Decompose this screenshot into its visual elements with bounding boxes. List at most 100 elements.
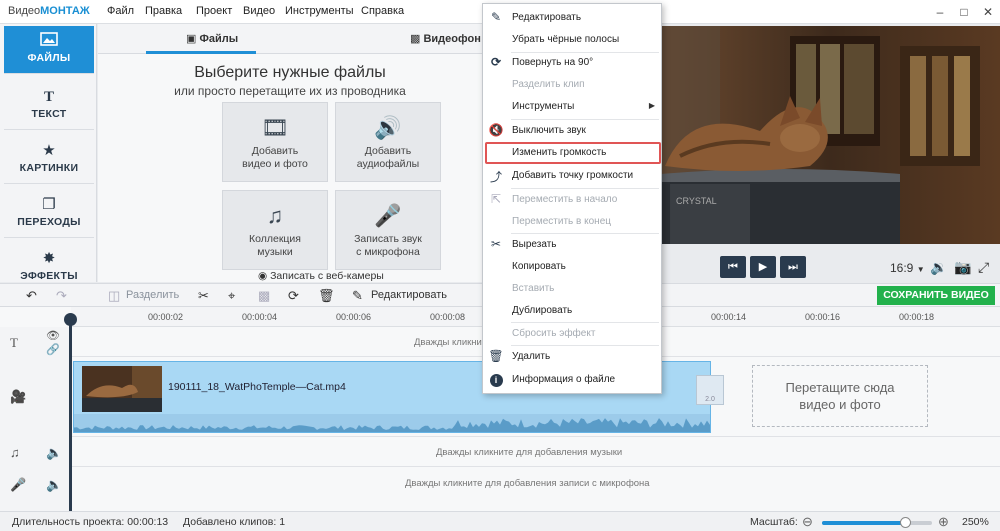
image-icon — [4, 32, 94, 50]
next-frame-button[interactable]: ⏭ — [780, 256, 806, 278]
music-collection-button[interactable]: ♫ Коллекция музыки — [222, 190, 328, 270]
ruler-label: 00:00:02 — [148, 312, 184, 322]
ruler-label: 00:00:14 — [711, 312, 747, 322]
rotate-icon[interactable]: ⟳ — [288, 287, 299, 305]
zoom-slider-handle[interactable] — [899, 517, 911, 528]
pencil-icon: ✎ — [490, 10, 502, 24]
context-menu: ✎ Редактировать Убрать чёрные полосы ⟳ Пов… — [482, 3, 662, 394]
menu-item-duplicate[interactable]: Дублировать — [483, 300, 661, 322]
star-icon: ★ — [42, 142, 56, 159]
film-frame-icon[interactable]: ▩ — [258, 287, 270, 305]
sidebar-item-transitions[interactable]: ❐ ПЕРЕХОДЫ — [4, 190, 94, 238]
menu-item-reset-effect: Сбросить эффект — [512, 328, 596, 339]
menu-item-tools[interactable]: Инструменты ▶ — [483, 96, 661, 118]
clip-filename: 190111_18_WatPhoTemple—Cat.mp4 — [168, 381, 346, 393]
sidebar-item-text[interactable]: T ТЕКСТ — [4, 82, 94, 130]
scissors-icon[interactable]: ✂ — [198, 287, 209, 305]
tab-files[interactable]: ▣ Файлы — [186, 32, 238, 45]
menu-item-copy[interactable]: Копировать — [483, 256, 661, 278]
volume-icon[interactable]: 🔈 — [46, 445, 62, 461]
menu-video[interactable]: Видео — [243, 5, 275, 17]
maximize-icon[interactable]: □ — [954, 2, 974, 22]
text-icon: T — [43, 89, 54, 105]
svg-text:CRYSTAL: CRYSTAL — [676, 196, 717, 206]
split-button[interactable]: Разделить — [126, 289, 179, 301]
microphone-track[interactable]: Дважды кликните для добавления записи с … — [71, 467, 1000, 511]
fullscreen-icon[interactable]: ⤢ — [978, 259, 989, 276]
menu-edit[interactable]: Правка — [145, 5, 182, 17]
panel-subheading: или просто перетащите их из проводника — [174, 84, 406, 98]
menu-item-mute[interactable]: 🔇 Выключить звук — [483, 120, 661, 142]
highlight-frame — [485, 142, 661, 164]
sidebar-item-files[interactable]: ФАЙЛЫ — [4, 26, 94, 74]
rotate-icon: ⟳ — [490, 55, 502, 69]
track-headers: T 👁 🔗 🎥 ♫ 🔈 🎤 🔈 — [0, 327, 71, 511]
menu-item-file-info[interactable]: i Информация о файле — [483, 369, 661, 391]
playhead-handle[interactable] — [64, 313, 77, 326]
menu-item-delete[interactable]: 🗑 Удалить — [483, 346, 661, 368]
snapshot-icon[interactable]: 📷 — [954, 259, 971, 276]
visibility-eye-icon[interactable]: 👁 — [46, 329, 60, 342]
tab-video-background[interactable]: ▩ Видеофон — [410, 32, 481, 45]
crop-icon[interactable]: ⌖ — [228, 287, 235, 305]
menu-tools[interactable]: Инструменты — [285, 5, 354, 17]
status-bar: Длительность проекта: 00:00:13 Добавлено… — [0, 511, 1000, 531]
media-drop-zone[interactable]: Перетащите сюда видео и фото — [752, 365, 928, 427]
audio-file-icon: 🔊 — [374, 115, 402, 140]
previous-frame-button[interactable]: ⏮ — [720, 256, 746, 278]
text-track-icon: T — [10, 335, 18, 350]
menu-help[interactable]: Справка — [361, 5, 404, 17]
panel-tabs: ▣ Файлы ▩ Видеофон — [98, 24, 482, 54]
sidebar-item-effects[interactable]: ✸ ЭФФЕКТЫ — [4, 244, 94, 282]
ruler-label: 00:00:18 — [899, 312, 935, 322]
active-tab-underline — [146, 51, 256, 54]
info-icon: i — [488, 372, 504, 387]
chevron-right-icon: ▶ — [648, 101, 655, 110]
music-notes-icon: ♫ — [266, 203, 284, 228]
menu-item-paste: Вставить — [512, 283, 555, 294]
menu-item-move-to-end: Переместить в конец — [512, 216, 611, 227]
redo-icon[interactable]: ↷ — [56, 287, 67, 305]
film-icon: ▩ — [410, 33, 421, 45]
undo-icon[interactable]: ↶ — [26, 287, 37, 305]
music-track[interactable]: Дважды кликните для добавления музыки — [71, 437, 1000, 467]
close-icon[interactable]: ✕ — [978, 2, 998, 22]
volume-icon[interactable]: 🔈 — [46, 477, 62, 493]
film-icon: 🎞 — [261, 115, 289, 140]
app-title: ВидеоМОНТАЖ — [8, 5, 90, 17]
link-icon[interactable]: 🔗 — [46, 343, 60, 356]
menu-item-split-clip: Разделить клип — [512, 79, 585, 90]
record-webcam-button[interactable]: ◉ Записать с веб-камеры — [258, 270, 384, 282]
playhead[interactable] — [69, 315, 72, 511]
edit-icon: ✎ — [352, 288, 363, 303]
skip-back-icon: ⏮ — [728, 261, 738, 273]
menu-item-cut[interactable]: ✂ Вырезать — [483, 234, 661, 256]
add-video-photo-button[interactable]: 🎞 Добавить видео и фото — [222, 102, 328, 182]
panel-heading: Выберите нужные файлы — [194, 64, 386, 81]
zoom-in-icon[interactable]: ⊕ — [938, 514, 949, 530]
record-mic-button[interactable]: 🎤 Записать звук с микрофона — [335, 190, 441, 270]
minimize-icon[interactable]: – — [930, 2, 950, 22]
menu-item-add-volume-point[interactable]: ⤴ Добавить точку громкости — [483, 165, 661, 187]
transition-thumbnail[interactable]: 2.0 — [696, 375, 724, 405]
play-button[interactable]: ▶ — [750, 256, 776, 278]
menu-item-rotate[interactable]: ⟳ Повернуть на 90° — [483, 52, 661, 74]
zoom-out-icon[interactable]: ⊖ — [802, 514, 813, 530]
audio-waveform[interactable] — [74, 414, 710, 432]
sidebar-item-pictures[interactable]: ★ КАРТИНКИ — [4, 136, 94, 184]
menu-item-edit[interactable]: ✎ Редактировать — [483, 7, 661, 29]
zoom-slider[interactable] — [822, 517, 932, 528]
menu-item-remove-black-bars[interactable]: Убрать чёрные полосы — [483, 29, 661, 51]
mute-icon: 🔇 — [488, 123, 504, 137]
aspect-ratio-select[interactable]: 16:9 ▼ — [890, 261, 925, 275]
menu-project[interactable]: Проект — [196, 5, 232, 17]
edit-button[interactable]: Редактировать — [371, 289, 447, 301]
save-video-button[interactable]: СОХРАНИТЬ ВИДЕО — [877, 286, 995, 305]
ruler-label: 00:00:06 — [336, 312, 372, 322]
trash-icon[interactable]: 🗑 — [318, 287, 335, 305]
menu-file[interactable]: Файл — [107, 5, 134, 17]
add-audio-button[interactable]: 🔊 Добавить аудиофайлы — [335, 102, 441, 182]
volume-icon[interactable]: 🔉 — [930, 259, 947, 276]
scissors-icon: ✂ — [490, 237, 502, 251]
ruler-label: 00:00:04 — [242, 312, 278, 322]
